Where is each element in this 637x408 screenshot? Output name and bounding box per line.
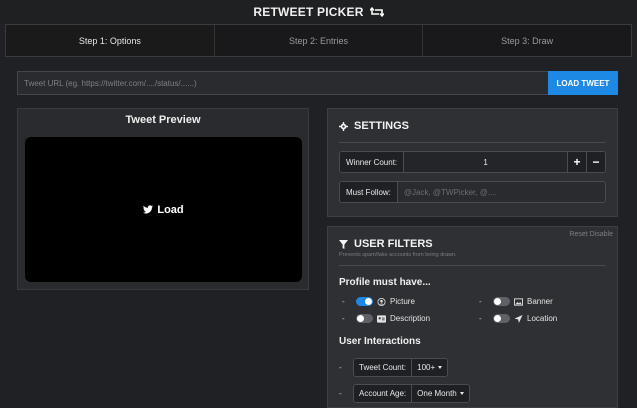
retweet-icon: [369, 7, 384, 17]
must-follow-label: Must Follow:: [340, 182, 398, 202]
tweet-url-row: LOAD TWEET: [17, 71, 618, 95]
step-tabs: Step 1: Options Step 2: Entries Step 3: …: [5, 24, 632, 57]
image-icon: [514, 297, 523, 306]
caret-down-icon: [459, 392, 464, 395]
winner-count-minus-button[interactable]: −: [586, 152, 605, 172]
tab-draw[interactable]: Step 3: Draw: [423, 25, 631, 56]
reset-link[interactable]: Reset: [569, 231, 587, 238]
location-label: Location: [527, 314, 558, 323]
account-age-dropdown: Account Age: One Month: [353, 384, 470, 403]
tweet-count-value: 100+: [417, 363, 436, 372]
tweet-count-dropdown: Tweet Count: 100+: [353, 358, 449, 377]
tweet-count-select[interactable]: 100+: [412, 359, 448, 376]
option-location: - Location: [479, 314, 558, 323]
option-banner: - Banner: [479, 297, 553, 306]
tweet-url-input[interactable]: [17, 71, 548, 95]
load-label: Load: [157, 203, 184, 216]
winner-count-plus-button[interactable]: +: [567, 152, 586, 172]
disable-link[interactable]: Disable: [590, 231, 613, 238]
must-follow-row: Must Follow: @Jack, @TWPicker, @....: [339, 181, 606, 203]
banner-toggle[interactable]: [493, 297, 510, 306]
filters-title: USER FILTERS: [354, 238, 433, 250]
account-age-group: - Account Age: One Month: [339, 384, 470, 403]
winner-count-label: Winner Count:: [340, 152, 405, 172]
description-label: Description: [390, 314, 431, 323]
option-picture: - Picture: [342, 297, 415, 306]
winner-count-value[interactable]: 1: [404, 152, 567, 172]
interactions-heading: User Interactions: [339, 336, 421, 347]
caret-down-icon: [438, 366, 443, 369]
location-toggle[interactable]: [493, 314, 510, 323]
picture-toggle[interactable]: [356, 297, 373, 306]
tweet-preview-load[interactable]: Load: [25, 137, 302, 282]
app-header: RETWEET PICKER: [0, 0, 637, 24]
banner-label: Banner: [527, 297, 553, 306]
twitter-bird-icon: [143, 205, 154, 214]
tweet-count-label: Tweet Count:: [354, 359, 413, 376]
tweet-count-group: - Tweet Count: 100+: [339, 358, 449, 377]
settings-header: SETTINGS: [339, 120, 409, 132]
load-tweet-button[interactable]: LOAD TWEET: [548, 71, 618, 95]
filters-header: USER FILTERS: [339, 238, 433, 250]
user-filters-panel: Reset Disable USER FILTERS Prevents spam…: [327, 226, 618, 408]
tweet-preview-title: Tweet Preview: [125, 114, 201, 126]
settings-title: SETTINGS: [354, 120, 410, 132]
id-card-icon: [377, 314, 386, 323]
account-age-select[interactable]: One Month: [412, 385, 469, 402]
filters-divider: [339, 265, 606, 266]
user-circle-icon: [377, 297, 386, 306]
picture-label: Picture: [390, 297, 415, 306]
description-toggle[interactable]: [356, 314, 373, 323]
gear-icon: [339, 121, 348, 131]
app-title: RETWEET PICKER: [253, 5, 364, 19]
tab-options[interactable]: Step 1: Options: [6, 25, 215, 56]
profile-heading: Profile must have...: [339, 277, 431, 288]
filter-icon: [339, 239, 348, 249]
tab-entries[interactable]: Step 2: Entries: [215, 25, 424, 56]
winner-count-row: Winner Count: 1 + −: [339, 151, 606, 173]
option-description: - Description: [342, 314, 431, 323]
settings-panel: SETTINGS Winner Count: 1 + − Must Follow…: [327, 108, 618, 217]
filters-subtitle: Prevents spam/fake accounts from being d…: [339, 252, 457, 258]
filter-actions: Reset Disable: [569, 231, 613, 238]
settings-divider: [339, 142, 606, 143]
account-age-label: Account Age:: [354, 385, 413, 402]
account-age-value: One Month: [417, 389, 457, 398]
tweet-preview-panel: Tweet Preview Load: [17, 108, 309, 290]
location-arrow-icon: [514, 314, 523, 323]
must-follow-input[interactable]: @Jack, @TWPicker, @....: [397, 182, 605, 202]
